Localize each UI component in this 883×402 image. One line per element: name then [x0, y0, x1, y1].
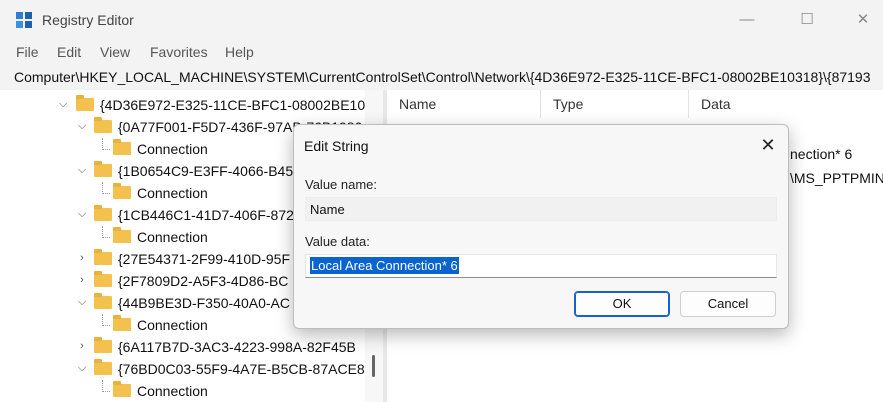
tree-item[interactable]: › {6A117B7D-3AC3-4223-998A-82F45B	[0, 336, 365, 358]
cancel-button[interactable]: Cancel	[680, 291, 776, 317]
minimize-button[interactable]: —	[724, 6, 770, 34]
value-data-cell[interactable]: \MS_PPTPMIN	[790, 170, 883, 186]
folder-icon	[113, 139, 131, 155]
chevron-down-icon[interactable]: ⌵	[76, 163, 88, 177]
chevron-down-icon[interactable]: ⌵	[76, 119, 88, 133]
tree-item-label: {1CB446C1-41D7-406F-872	[118, 207, 294, 223]
menu-help[interactable]: Help	[225, 44, 254, 60]
chevron-down-icon[interactable]: ⌵	[76, 295, 88, 309]
registry-editor-icon	[16, 12, 32, 28]
menu-file[interactable]: File	[16, 44, 39, 60]
folder-icon	[94, 337, 112, 353]
menu-view[interactable]: View	[100, 44, 130, 60]
tree-connector	[102, 138, 110, 150]
ok-button[interactable]: OK	[574, 291, 670, 317]
tree-item-label: Connection	[137, 185, 208, 201]
tree-item-label: Connection	[137, 141, 208, 157]
folder-icon	[94, 205, 112, 221]
folder-icon	[113, 227, 131, 243]
tree-item-label: {6A117B7D-3AC3-4223-998A-82F45B	[118, 339, 356, 355]
tree-item[interactable]: Connection	[0, 380, 365, 402]
value-data-selection: Local Area Connection* 6	[310, 257, 459, 274]
tree-connector	[102, 314, 110, 326]
value-name-label: Value name:	[305, 177, 378, 192]
tree-item[interactable]: ⌵ {76BD0C03-55F9-4A7E-B5CB-87ACE8	[0, 358, 365, 380]
value-name-field[interactable]	[305, 197, 777, 221]
value-data-field[interactable]: Local Area Connection* 6	[305, 254, 777, 278]
tree-connector	[102, 182, 110, 194]
folder-icon	[94, 293, 112, 309]
menu-favorites[interactable]: Favorites	[150, 44, 208, 60]
folder-icon	[94, 161, 112, 177]
folder-icon	[113, 183, 131, 199]
folder-icon	[94, 271, 112, 287]
tree-item-label: {76BD0C03-55F9-4A7E-B5CB-87ACE8	[118, 361, 365, 377]
tree-scrollbar-thumb[interactable]	[372, 355, 375, 377]
window-title: Registry Editor	[42, 12, 134, 28]
tree-connector	[102, 226, 110, 238]
chevron-down-icon[interactable]: ⌵	[57, 97, 69, 111]
folder-icon	[113, 381, 131, 397]
dialog-close-icon[interactable]: ✕	[756, 133, 780, 157]
tree-item-label: Connection	[137, 317, 208, 333]
folder-icon	[76, 95, 94, 111]
tree-item-label: {4D36E972-E325-11CE-BFC1-08002BE103	[100, 97, 373, 113]
chevron-right-icon[interactable]: ›	[76, 339, 88, 353]
chevron-down-icon[interactable]: ⌵	[76, 361, 88, 375]
tree-item-label: Connection	[137, 229, 208, 245]
tree-item-label: {27E54371-2F99-410D-95F	[118, 251, 291, 267]
chevron-right-icon[interactable]: ›	[76, 273, 88, 287]
address-bar[interactable]: Computer\HKEY_LOCAL_MACHINE\SYSTEM\Curre…	[0, 64, 883, 90]
value-data-label: Value data:	[305, 234, 370, 249]
folder-icon	[113, 315, 131, 331]
close-window-button[interactable]: ✕	[840, 6, 883, 34]
title-bar: Registry Editor — ☐ ✕	[0, 0, 883, 40]
tree-connector	[102, 380, 110, 392]
edit-string-dialog: Edit String ✕ Value name: Value data: Lo…	[293, 124, 789, 329]
maximize-button[interactable]: ☐	[784, 6, 830, 34]
value-data-cell[interactable]: nection* 6	[790, 146, 852, 162]
folder-icon	[94, 249, 112, 265]
column-header-type[interactable]: Type	[541, 90, 689, 118]
menu-bar: File Edit View Favorites Help	[0, 40, 883, 64]
tree-item-label: {44B9BE3D-F350-40A0-AC	[118, 295, 290, 311]
tree-item-label: Connection	[137, 383, 208, 399]
column-header-data[interactable]: Data	[689, 90, 883, 118]
tree-item[interactable]: ⌵ {4D36E972-E325-11CE-BFC1-08002BE103	[0, 94, 373, 116]
chevron-right-icon[interactable]: ›	[76, 251, 88, 265]
address-path[interactable]: Computer\HKEY_LOCAL_MACHINE\SYSTEM\Curre…	[14, 69, 871, 85]
chevron-down-icon[interactable]: ⌵	[76, 207, 88, 221]
menu-edit[interactable]: Edit	[57, 44, 81, 60]
folder-icon	[94, 359, 112, 375]
tree-item-label: {1B0654C9-E3FF-4066-B45	[118, 163, 294, 179]
dialog-title: Edit String	[304, 138, 369, 154]
column-header-name[interactable]: Name	[387, 90, 541, 118]
tree-item-label: {2F7809D2-A5F3-4D86-BC	[118, 273, 289, 289]
folder-icon	[94, 117, 112, 133]
